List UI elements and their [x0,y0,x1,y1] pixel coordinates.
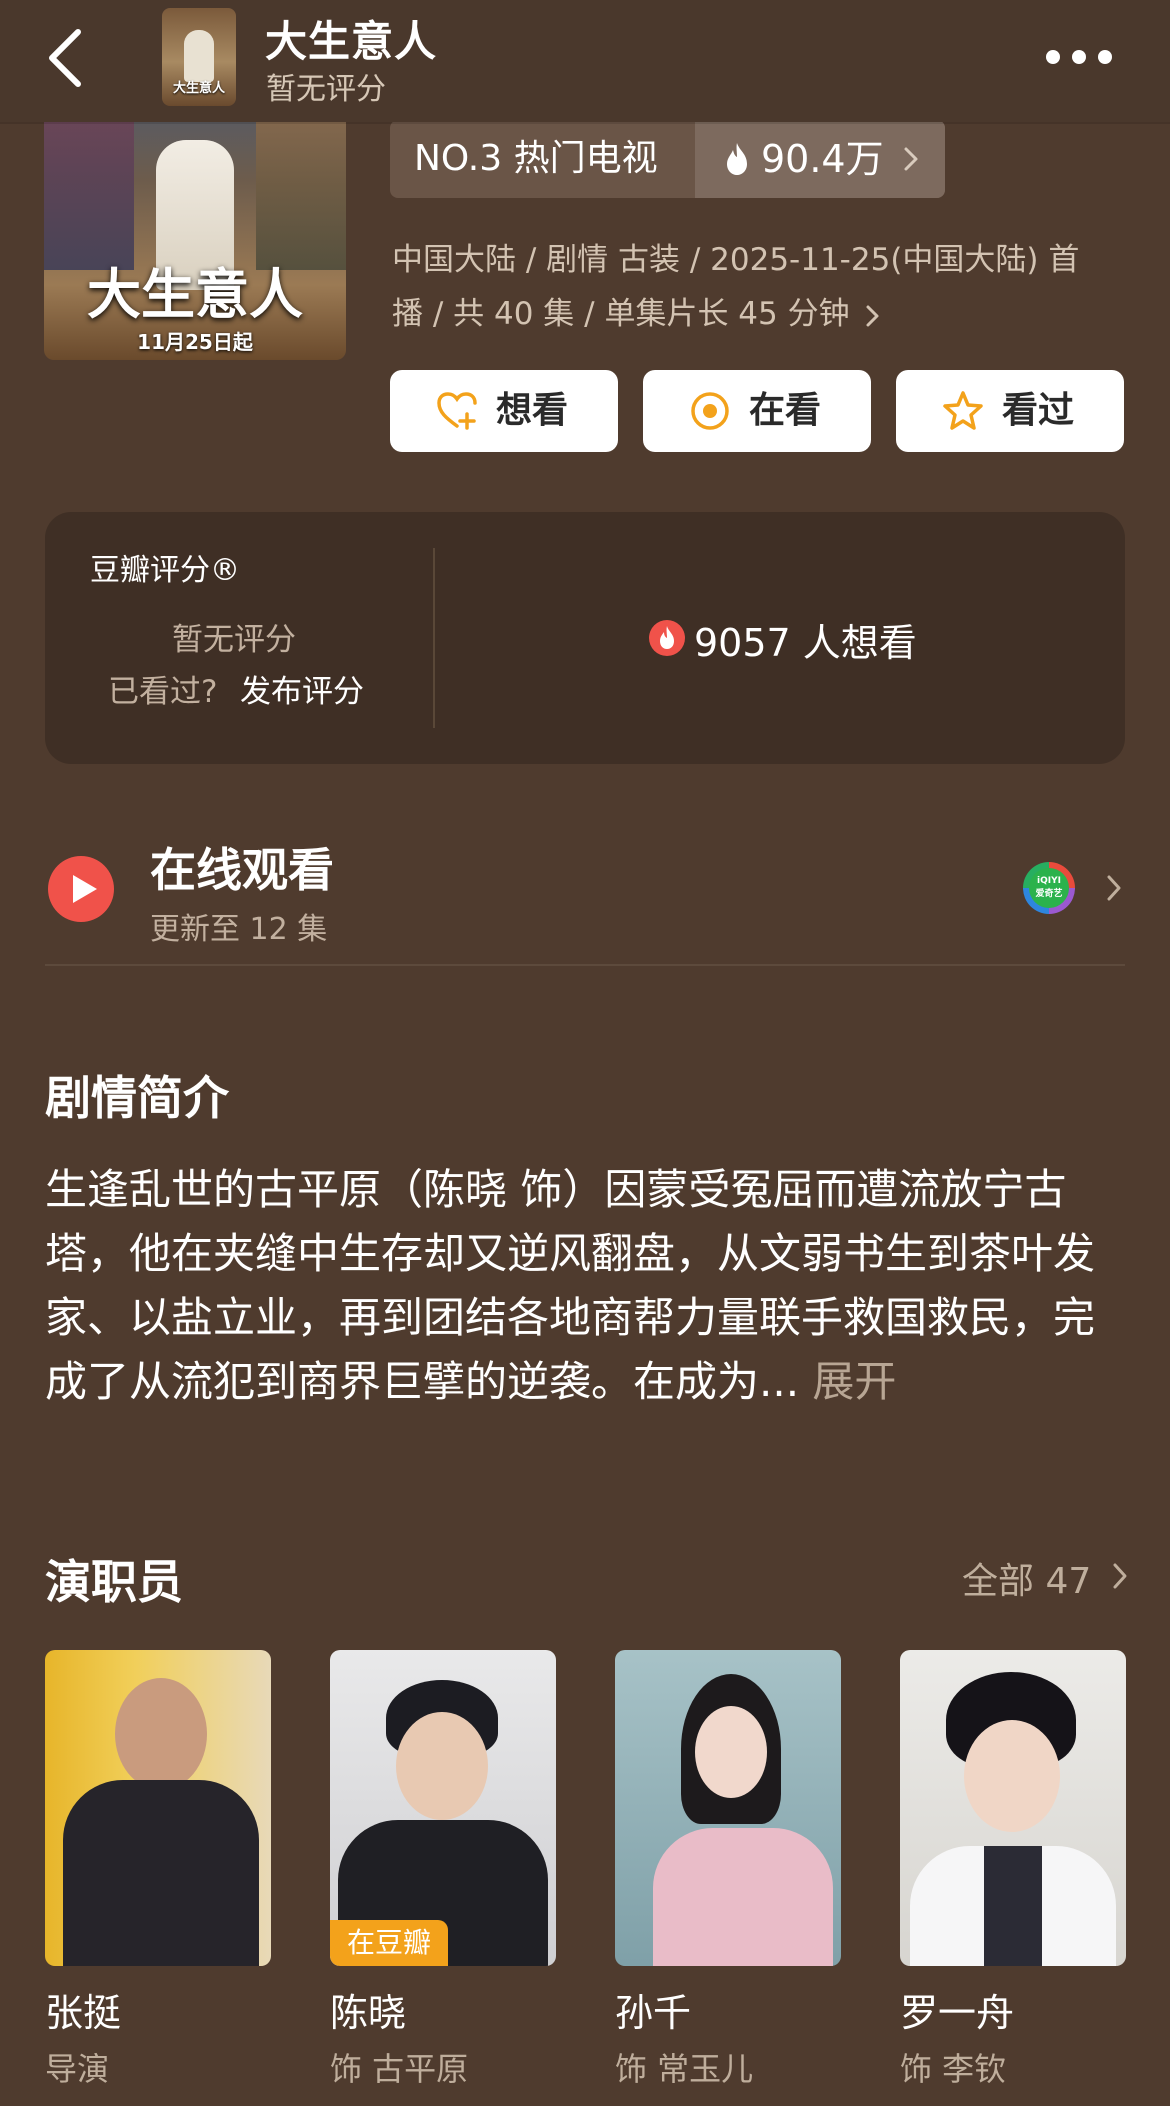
rank-chip[interactable]: NO.3 热门电视 90.4万 [390,120,945,198]
more-dot-icon [1046,50,1060,64]
meta-info-line: 中国大陆 / 剧情 古装 / 2025-11-25(中国大陆) 首 [392,242,1080,278]
page-title: 大生意人 [265,17,438,66]
cast-heading: 演职员 [45,1555,183,1609]
photo-shirt [984,1846,1042,1966]
want-label: 想看 [496,390,569,431]
synopsis-text-block: 生逢乱世的古平原（陈晓 饰）因蒙受冤屈而遭流放宁古塔，他在夹缝中生存却又逆风翻盘… [45,1158,1130,1414]
iqiyi-logo-text: iQIYI 爱奇艺 [1029,868,1069,908]
poster-figure [44,120,134,270]
expand-label: 展开 [812,1357,897,1406]
photo-head [396,1712,488,1820]
chevron-right-icon[interactable] [1112,1562,1128,1590]
chevron-right-icon [866,305,879,326]
cast-photo[interactable]: 在豆瓣 [330,1650,556,1966]
poster-figure [184,30,214,82]
poster-date: 11月25日起 [137,330,253,354]
star-icon [943,391,983,430]
cast-name[interactable]: 孙千 [615,1982,691,2037]
heat-value: 90.4万 [761,137,884,181]
flame-icon [727,143,747,175]
header-poster-thumbnail[interactable]: 大生意人 [162,8,236,106]
synopsis-heading: 剧情简介 [45,1071,229,1125]
poster-title: 大生意人 [87,262,303,326]
photo-head [115,1678,207,1790]
cast-all-link[interactable]: 全部 47 [962,1552,1091,1604]
meta-info-line[interactable]: 播 / 共 40 集 / 单集片长 45 分钟 [392,286,881,342]
cast-name[interactable]: 罗一舟 [900,1982,1014,2037]
cast-photo[interactable] [45,1650,271,1966]
chevron-right-icon [904,147,918,171]
watching-label: 在看 [749,390,822,431]
cast-role: 饰 常玉儿 [615,2050,754,2088]
section-divider [45,964,1125,966]
page-subtitle: 暂无评分 [266,72,386,107]
chevron-right-icon[interactable] [1106,874,1122,902]
card-divider [433,548,435,728]
cast-role: 饰 李钦 [900,2050,1007,2088]
back-button[interactable] [40,24,94,92]
episode-update: 更新至 12 集 [150,912,328,947]
want-to-watch-button[interactable]: 想看 [390,370,618,452]
play-icon[interactable] [48,856,114,922]
watched-button[interactable]: 看过 [896,370,1124,452]
poster-figure [256,120,346,270]
watched-prompt: 已看过? [108,674,218,710]
watched-label: 看过 [1002,390,1075,431]
cast-name[interactable]: 陈晓 [330,1982,406,2037]
douban-rating-title: 豆瓣评分® [90,553,240,588]
more-dot-icon [1098,50,1112,64]
publish-rating-link[interactable]: 发布评分 [240,666,364,711]
photo-body [653,1828,833,1966]
online-watch-title[interactable]: 在线观看 [150,834,334,900]
cast-role: 饰 古平原 [330,2050,469,2088]
iqiyi-logo-short: iQIYI [1037,876,1061,886]
synopsis-text: 生逢乱世的古平原（陈晓 饰）因蒙受冤屈而遭流放宁古塔，他在夹缝中生存却又逆风翻盘… [45,1165,1096,1406]
target-circle-icon [691,392,729,430]
photo-head [695,1706,767,1798]
heat-section[interactable]: 90.4万 [695,120,945,198]
more-dot-icon [1072,50,1086,64]
cast-role: 导演 [45,2050,110,2088]
iqiyi-logo-icon[interactable]: iQIYI 爱奇艺 [1023,862,1075,914]
photo-head [964,1720,1060,1832]
chevron-left-icon [49,29,81,87]
cast-name[interactable]: 张挺 [45,1982,121,2037]
photo-body [63,1780,259,1966]
expand-link[interactable]: 展开 [799,1357,896,1406]
cast-photo[interactable] [615,1650,841,1966]
rank-label: NO.3 热门电视 [414,138,658,179]
heart-plus-icon [437,392,477,430]
douban-badge: 在豆瓣 [330,1920,448,1966]
more-options-button[interactable] [1046,44,1112,68]
rating-status: 暂无评分 [172,622,296,658]
header-poster-title: 大生意人 [172,81,225,96]
flame-badge-icon [649,620,685,656]
cast-photo[interactable] [900,1650,1126,1966]
watching-button[interactable]: 在看 [643,370,871,452]
meta-info-text: 播 / 共 40 集 / 单集片长 45 分钟 [392,296,850,332]
iqiyi-logo-name: 爱奇艺 [1035,889,1063,899]
want-count[interactable]: 9057 人想看 [694,612,917,667]
